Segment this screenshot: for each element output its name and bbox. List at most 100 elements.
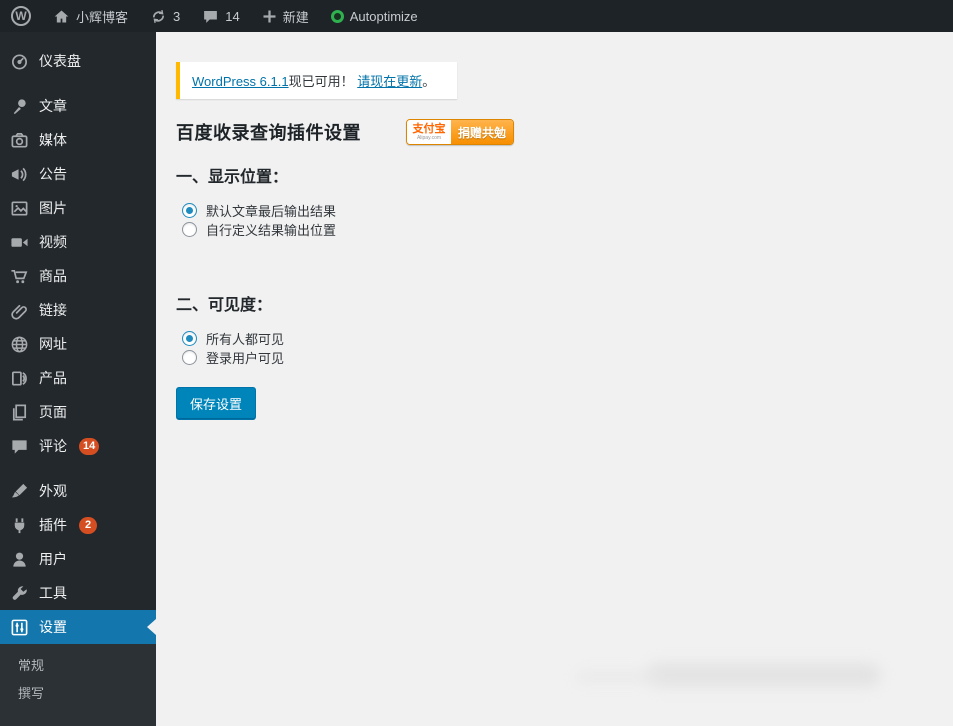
sidebar-item-links[interactable]: 链接: [0, 293, 156, 327]
settings-submenu: 常规 撰写: [0, 644, 156, 726]
sidebar-item-media[interactable]: 媒体: [0, 123, 156, 157]
autoptimize-icon: [330, 9, 344, 23]
sidebar-item-product[interactable]: 产品: [0, 361, 156, 395]
sidebar-item-plugins[interactable]: 插件 2: [0, 508, 156, 542]
sidebar-item-label: 用户: [39, 551, 67, 567]
wrench-icon: [9, 583, 29, 603]
plus-icon: [262, 9, 277, 24]
camera-icon: [9, 130, 29, 150]
globe-icon: [9, 334, 29, 354]
section-heading-visibility: 二、可见度：: [176, 297, 273, 314]
admin-bar: W 小辉博客 3 14 新建 Autoptimize: [0, 0, 953, 32]
sidebar-item-announcements[interactable]: 公告: [0, 157, 156, 191]
sidebar-item-tools[interactable]: 工具: [0, 576, 156, 610]
main-content: WordPress 6.1.1现已可用！ 请现在更新。 百度收录查询插件设置 支…: [156, 32, 953, 701]
video-camera-icon: [9, 232, 29, 252]
paperclip-icon: [9, 300, 29, 320]
sidebar-item-urls[interactable]: 网址: [0, 327, 156, 361]
updates-icon: [150, 8, 167, 25]
section-heading-display-position: 一、显示位置：: [176, 169, 289, 186]
sidebar-item-posts[interactable]: 文章: [0, 89, 156, 123]
submenu-item-general[interactable]: 常规: [0, 650, 156, 678]
admin-sidebar: 仪表盘 文章 媒体 公告 图片 视频 商品 链接 网址 产品 页面 评论 14 …: [0, 32, 156, 726]
cart-icon: [9, 266, 29, 286]
sidebar-item-label: 设置: [39, 619, 67, 635]
sidebar-item-label: 仪表盘: [39, 53, 81, 69]
user-icon: [9, 549, 29, 569]
updates-count: 3: [173, 8, 181, 24]
alipay-donate-button[interactable]: 支付宝 Alipay.com 捐赠共勉: [406, 119, 514, 145]
sidebar-item-label: 评论: [39, 438, 67, 454]
radio-label: 自行定义结果输出位置: [206, 223, 337, 238]
radio-option-everyone-visible[interactable]: 所有人都可见: [182, 329, 933, 348]
pages-icon: [9, 402, 29, 422]
donate-label: 捐赠共勉: [451, 120, 513, 144]
autoptimize-label: Autoptimize: [349, 8, 418, 24]
sidebar-item-label: 链接: [39, 302, 67, 318]
site-name-label: 小辉博客: [76, 9, 129, 25]
sidebar-item-label: 图片: [39, 200, 67, 216]
sidebar-item-videos[interactable]: 视频: [0, 225, 156, 259]
sidebar-item-products[interactable]: 商品: [0, 259, 156, 293]
submenu-item-writing[interactable]: 撰写: [0, 678, 156, 706]
megaphone-icon: [9, 164, 29, 184]
update-notice: WordPress 6.1.1现已可用！ 请现在更新。: [176, 62, 458, 99]
dashboard-gauge-icon: [9, 51, 29, 71]
radio-label: 登录用户可见: [206, 351, 285, 366]
wordpress-version-link[interactable]: WordPress 6.1.1: [192, 74, 289, 89]
sidebar-item-label: 外观: [39, 483, 67, 499]
submenu-item-label: 常规: [18, 657, 45, 673]
sidebar-item-pages[interactable]: 页面: [0, 395, 156, 429]
update-now-link[interactable]: 请现在更新: [357, 74, 422, 89]
radio-button[interactable]: [182, 203, 197, 218]
comment-bubble-icon: [9, 436, 29, 456]
paintbrush-icon: [9, 481, 29, 501]
wordpress-menu-button[interactable]: W: [0, 0, 42, 32]
alipay-logo: 支付宝 Alipay.com: [407, 120, 451, 144]
radio-label: 默认文章最后输出结果: [206, 204, 337, 219]
notice-period: 。: [422, 74, 436, 89]
radio-option-default-output[interactable]: 默认文章最后输出结果: [182, 201, 933, 220]
updates-link[interactable]: 3: [139, 0, 191, 32]
notice-text: 现已可用！: [288, 74, 354, 89]
sidebar-item-label: 产品: [39, 370, 67, 386]
radio-button[interactable]: [182, 222, 197, 237]
site-name-link[interactable]: 小辉博客: [42, 0, 139, 32]
sidebar-item-settings[interactable]: 设置: [0, 610, 156, 644]
sidebar-item-images[interactable]: 图片: [0, 191, 156, 225]
sidebar-item-dashboard[interactable]: 仪表盘: [0, 44, 156, 78]
sidebar-item-label: 商品: [39, 268, 67, 284]
product-box-icon: [9, 368, 29, 388]
sidebar-item-appearance[interactable]: 外观: [0, 474, 156, 508]
radio-option-custom-output[interactable]: 自行定义结果输出位置: [182, 220, 933, 239]
sidebar-item-label: 网址: [39, 336, 67, 352]
radio-option-loggedin-visible[interactable]: 登录用户可见: [182, 348, 933, 367]
save-settings-button[interactable]: 保存设置: [176, 387, 257, 420]
comments-count: 14: [225, 8, 240, 24]
sidebar-item-label: 插件: [39, 517, 67, 533]
submenu-item-label: 撰写: [18, 685, 45, 701]
new-content-label: 新建: [282, 9, 309, 25]
sidebar-item-label: 公告: [39, 166, 67, 182]
sidebar-item-label: 文章: [39, 98, 67, 114]
settings-sliders-icon: [9, 617, 29, 637]
new-content-button[interactable]: 新建: [251, 0, 320, 32]
radio-label: 所有人都可见: [206, 332, 285, 347]
image-icon: [9, 198, 29, 218]
page-title: 百度收录查询插件设置: [176, 123, 361, 143]
sidebar-item-label: 工具: [39, 585, 67, 601]
menu-separator: [0, 78, 156, 89]
sidebar-item-users[interactable]: 用户: [0, 542, 156, 576]
menu-separator: [0, 463, 156, 474]
comment-bubble-icon: [202, 8, 219, 25]
comments-link[interactable]: 14: [191, 0, 250, 32]
radio-button[interactable]: [182, 331, 197, 346]
autoptimize-menu[interactable]: Autoptimize: [320, 0, 429, 32]
sidebar-item-label: 视频: [39, 234, 67, 250]
comments-count-badge: 14: [79, 437, 100, 455]
blurred-watermark: [576, 663, 881, 687]
radio-button[interactable]: [182, 350, 197, 365]
sidebar-item-label: 页面: [39, 404, 67, 420]
sidebar-item-comments[interactable]: 评论 14: [0, 429, 156, 463]
plugins-count-badge: 2: [79, 516, 97, 534]
